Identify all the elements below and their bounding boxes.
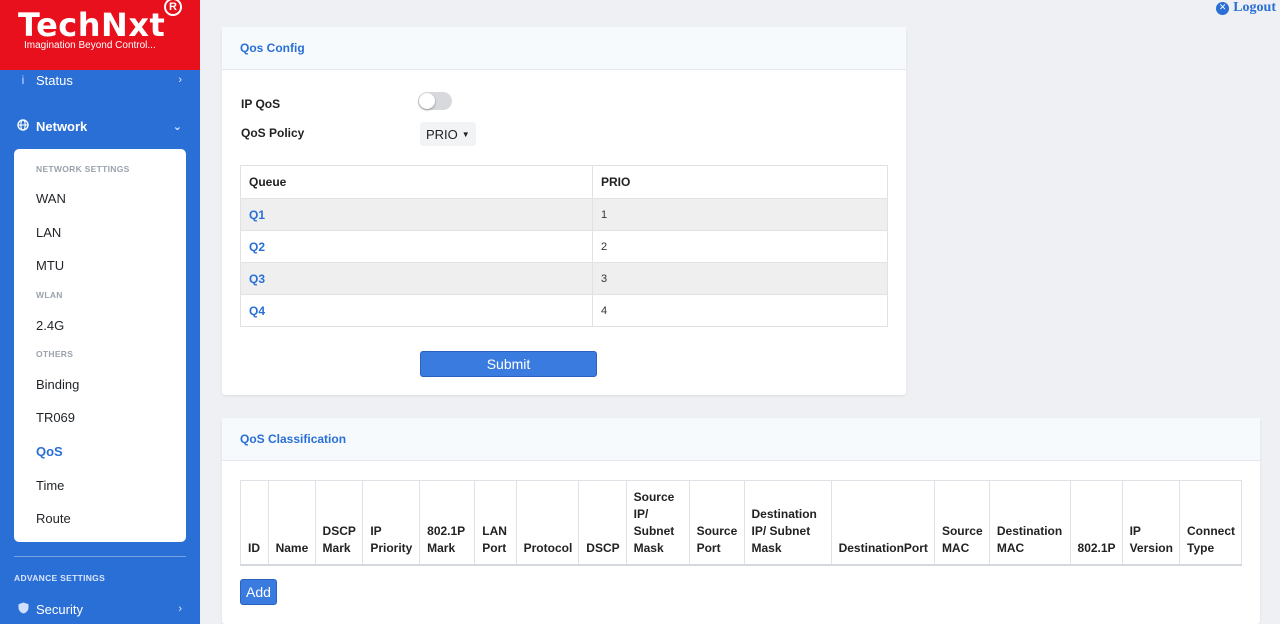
card-title: QoS Classification [222,418,1260,461]
ip-qos-toggle[interactable] [418,92,452,110]
prio-value: 4 [592,294,888,327]
close-circle-icon: ✕ [1216,1,1230,15]
queue-link[interactable]: Q4 [240,294,593,327]
qos-config-card: Qos Config IP QoS QoS Policy PRIO ▼ Queu… [222,27,906,395]
network-submenu: NETWORK SETTINGS WAN LAN MTU WLAN 2.4G O… [14,149,186,542]
column-header: Queue [240,165,593,199]
qos-policy-label: QoS Policy [241,126,305,140]
column-header: Destination IP/ Subnet Mask [743,480,832,566]
queue-link[interactable]: Q2 [240,230,593,263]
column-header: Source MAC [933,480,990,566]
registered-mark: R [164,0,182,16]
section-heading: ADVANCE SETTINGS [14,573,106,583]
submenu-item-mtu[interactable]: MTU [36,258,64,273]
column-header: DSCP Mark [314,480,364,566]
section-heading: NETWORK SETTINGS [36,164,130,174]
column-header: LAN Port [474,480,517,566]
brand-name: TechNxt [18,6,166,44]
sidebar-item-label: Network [36,118,88,134]
submenu-item-route[interactable]: Route [36,511,71,526]
submit-button[interactable]: Submit [420,351,597,377]
sidebar-item-security[interactable]: Security › [0,601,200,617]
qos-classification-card: QoS Classification ID Name DSCP Mark IP … [222,418,1260,624]
table-row: Q2 2 [240,230,888,263]
submenu-item-2-4g[interactable]: 2.4G [36,318,64,333]
shield-icon [16,602,30,617]
prio-value: 2 [592,230,888,263]
submenu-item-time[interactable]: Time [36,478,64,493]
submenu-item-tr069[interactable]: TR069 [36,410,75,425]
brand-logo[interactable]: TechNxt R Imagination Beyond Control... [0,0,200,70]
column-header: Protocol [515,480,580,566]
qos-policy-value: PRIO [426,126,458,142]
column-header: IP Version [1121,480,1181,566]
column-header: Connect Type [1179,480,1242,566]
brand-tagline: Imagination Beyond Control... [24,40,156,51]
info-icon: i [21,73,25,87]
sidebar-item-label: Security [36,601,83,617]
sidebar-item-network[interactable]: Network ⌄ [0,118,200,134]
submenu-item-qos[interactable]: QoS [36,444,63,459]
logout-link[interactable]: ✕ Logout [1216,0,1276,16]
column-header: 802.1P Mark [419,480,476,566]
queue-link[interactable]: Q3 [240,262,593,295]
queue-link[interactable]: Q1 [240,198,593,231]
prio-value: 3 [592,262,888,295]
column-header: DestinationPort [830,480,935,566]
classification-table: ID Name DSCP Mark IP Priority 802.1P Mar… [240,480,1242,566]
add-button[interactable]: Add [240,579,277,605]
toggle-knob [419,93,435,109]
sidebar: TechNxt R Imagination Beyond Control... … [0,0,200,624]
chevron-down-icon: ⌄ [172,120,182,133]
section-heading: WLAN [36,290,63,300]
column-header: PRIO [592,165,888,199]
queue-table: Queue PRIO Q1 1 Q2 2 Q3 3 Q4 4 [240,165,888,327]
column-header: 802.1P [1069,480,1123,566]
table-row: Q4 4 [240,294,888,327]
chevron-right-icon: › [178,74,182,86]
table-row: Q1 1 [240,198,888,231]
column-header: DSCP [578,480,627,566]
sidebar-item-label: Status [36,72,73,88]
submenu-item-lan[interactable]: LAN [36,225,61,240]
chevron-right-icon: › [178,603,182,615]
sidebar-divider [14,556,186,557]
table-header-row: ID Name DSCP Mark IP Priority 802.1P Mar… [240,480,1242,566]
column-header: Destination MAC [988,480,1071,566]
section-heading: OTHERS [36,349,74,359]
caret-down-icon: ▼ [461,129,470,139]
column-header: Source Port [688,480,745,566]
column-header: ID [240,480,269,566]
column-header: IP Priority [362,480,421,566]
qos-policy-select[interactable]: PRIO ▼ [420,122,476,146]
logout-label: Logout [1233,0,1276,15]
table-header-row: Queue PRIO [240,165,888,199]
card-title: Qos Config [222,27,906,70]
submenu-item-wan[interactable]: WAN [36,191,66,206]
globe-icon [16,118,30,134]
ip-qos-label: IP QoS [241,97,281,111]
table-row: Q3 3 [240,262,888,295]
column-header: Name [267,480,316,566]
column-header: Source IP/ Subnet Mask [625,480,690,566]
prio-value: 1 [592,198,888,231]
sidebar-item-status[interactable]: i Status › [0,72,200,88]
submenu-item-binding[interactable]: Binding [36,377,79,392]
